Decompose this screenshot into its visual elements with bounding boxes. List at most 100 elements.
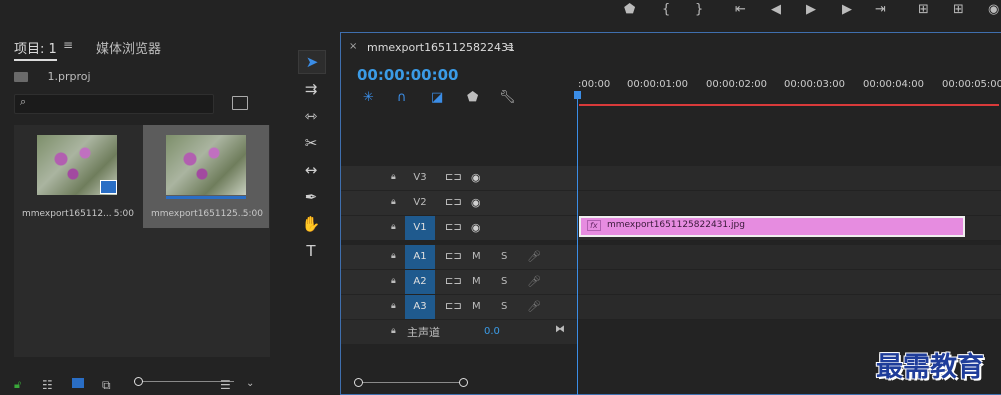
- track-select-icon[interactable]: ⇉: [298, 78, 324, 100]
- clip-name: mmexport1651125...: [151, 209, 247, 219]
- timeline-clip[interactable]: fx mmexport1651125822431.jpg: [579, 216, 965, 237]
- play-icon[interactable]: ▶: [806, 2, 816, 17]
- eye-icon[interactable]: ◉: [471, 221, 481, 234]
- lock-icon[interactable]: 🔒︎: [391, 251, 396, 261]
- sync-lock-icon[interactable]: ⊏⊐: [445, 301, 462, 312]
- panel-menu-icon[interactable]: ≡: [505, 41, 514, 54]
- razor-icon[interactable]: ✂: [298, 132, 324, 154]
- mute-button[interactable]: M: [472, 251, 481, 262]
- playhead[interactable]: [577, 93, 578, 395]
- lane-a3[interactable]: [578, 295, 1001, 320]
- track-header-a1: 🔒︎ A1 ⊏⊐ M S 🎤︎: [341, 245, 577, 269]
- lock-icon[interactable]: 🔒︎: [391, 172, 396, 182]
- lock-icon[interactable]: 🔒︎: [391, 326, 396, 336]
- lock-icon[interactable]: 🔓︎: [14, 378, 26, 391]
- type-icon[interactable]: T: [298, 240, 324, 262]
- search-input[interactable]: ⌕: [14, 94, 214, 114]
- tab-media-browser[interactable]: 媒体浏览器: [96, 38, 161, 57]
- lane-a1[interactable]: [578, 245, 1001, 270]
- track-header-v2: 🔒︎ V2 ⊏⊐ ◉: [341, 191, 577, 215]
- selection-tool-icon[interactable]: ➤: [298, 50, 326, 74]
- add-marker-icon[interactable]: ⬟: [624, 2, 635, 17]
- panel-menu-icon[interactable]: ≡: [63, 38, 73, 52]
- jump-icon[interactable]: ⧓: [555, 324, 565, 335]
- lane-v2[interactable]: [578, 191, 1001, 216]
- lane-v3[interactable]: [578, 166, 1001, 191]
- mic-icon[interactable]: 🎤︎: [527, 300, 541, 313]
- lock-icon[interactable]: 🔒︎: [391, 301, 396, 311]
- lane-a2[interactable]: [578, 270, 1001, 295]
- list-view-icon[interactable]: ☷: [42, 378, 54, 392]
- snap-icon[interactable]: ∩: [397, 90, 407, 105]
- clip-item[interactable]: mmexport165112... 5:00: [14, 125, 140, 228]
- sync-lock-icon[interactable]: ⊏⊐: [445, 276, 462, 287]
- slip-icon[interactable]: ↔: [298, 159, 324, 181]
- sync-lock-icon[interactable]: ⊏⊐: [445, 197, 462, 208]
- clip-duration: 5:00: [113, 209, 134, 219]
- close-icon[interactable]: ×: [349, 41, 357, 52]
- clip-item[interactable]: mmexport1651125... 5:00: [143, 125, 269, 228]
- new-bin-icon[interactable]: [232, 96, 248, 110]
- sync-lock-icon[interactable]: ⊏⊐: [445, 172, 462, 183]
- tab-project[interactable]: 项目: 1: [14, 38, 57, 61]
- extract-icon[interactable]: ⊞: [953, 2, 964, 17]
- ripple-edit-icon[interactable]: ⇿: [298, 105, 324, 127]
- go-to-in-icon[interactable]: ⇤: [735, 2, 746, 17]
- tools-panel: ➤ ⇉ ⇿ ✂ ↔ ✒ ✋ T: [290, 32, 336, 395]
- hand-icon[interactable]: ✋: [298, 213, 324, 235]
- project-panel: 项目: 1 ≡ 媒体浏览器 1.prproj ⌕ mmexport165112.…: [0, 32, 281, 395]
- sort-icon[interactable]: ☰: [220, 378, 232, 392]
- mic-icon[interactable]: 🎤︎: [527, 275, 541, 288]
- step-forward-icon[interactable]: ▶: [842, 2, 852, 17]
- track-name[interactable]: V3: [405, 166, 435, 190]
- export-frame-icon[interactable]: ◉: [988, 2, 999, 17]
- track-header-v1: 🔒︎ V1 ⊏⊐ ◉: [341, 216, 577, 240]
- sync-lock-icon[interactable]: ⊏⊐: [445, 251, 462, 262]
- eye-icon[interactable]: ◉: [471, 171, 481, 184]
- track-name[interactable]: V1: [405, 216, 435, 240]
- solo-button[interactable]: S: [501, 251, 507, 262]
- playhead-handle[interactable]: [574, 91, 581, 99]
- scroll-handle-right[interactable]: [459, 378, 468, 387]
- linked-selection-icon[interactable]: ◪: [431, 90, 443, 105]
- clip-usage-bar: [166, 196, 246, 199]
- ruler-label: 00:00:04:00: [863, 79, 925, 90]
- solo-button[interactable]: S: [501, 301, 507, 312]
- settings-wrench-icon[interactable]: 🔧︎: [499, 90, 516, 105]
- zoom-slider-knob[interactable]: [134, 377, 143, 386]
- lock-icon[interactable]: 🔒︎: [391, 222, 396, 232]
- pen-icon[interactable]: ✒: [298, 186, 324, 208]
- lift-icon[interactable]: ⊞: [918, 2, 929, 17]
- mark-in-icon[interactable]: {: [662, 2, 670, 17]
- timeline-panel: × mmexport1651125822431 ≡ 00:00:00:00 ✳ …: [340, 32, 1001, 395]
- mute-button[interactable]: M: [472, 276, 481, 287]
- mute-button[interactable]: M: [472, 301, 481, 312]
- freeform-view-icon[interactable]: ⧉: [102, 378, 114, 392]
- master-volume[interactable]: 0.0: [484, 326, 500, 337]
- tab-sequence[interactable]: mmexport1651125822431: [367, 41, 515, 54]
- zoom-slider[interactable]: [134, 377, 234, 386]
- lock-icon[interactable]: 🔒︎: [391, 197, 396, 207]
- sync-lock-icon[interactable]: ⊏⊐: [445, 222, 462, 233]
- add-marker-icon[interactable]: ⬟: [467, 90, 478, 105]
- search-icon: ⌕: [20, 95, 27, 108]
- track-name[interactable]: A3: [405, 295, 435, 319]
- mic-icon[interactable]: 🎤︎: [527, 250, 541, 263]
- track-name[interactable]: A2: [405, 270, 435, 294]
- solo-button[interactable]: S: [501, 276, 507, 287]
- nest-icon[interactable]: ✳: [363, 90, 374, 105]
- work-area-bar[interactable]: [579, 104, 999, 106]
- track-name[interactable]: V2: [405, 191, 435, 215]
- step-back-icon[interactable]: ◀: [771, 2, 781, 17]
- track-name[interactable]: A1: [405, 245, 435, 269]
- timecode[interactable]: 00:00:00:00: [357, 66, 459, 84]
- clip-duration: 5:00: [242, 209, 263, 219]
- scroll-handle-left[interactable]: [354, 378, 363, 387]
- icon-view-icon[interactable]: [72, 378, 84, 388]
- mark-out-icon[interactable]: }: [695, 2, 703, 17]
- chevron-down-icon[interactable]: ⌄: [246, 378, 258, 389]
- eye-icon[interactable]: ◉: [471, 196, 481, 209]
- go-to-out-icon[interactable]: ⇥: [875, 2, 886, 17]
- timeline-scrollbar[interactable]: [354, 378, 468, 387]
- lock-icon[interactable]: 🔒︎: [391, 276, 396, 286]
